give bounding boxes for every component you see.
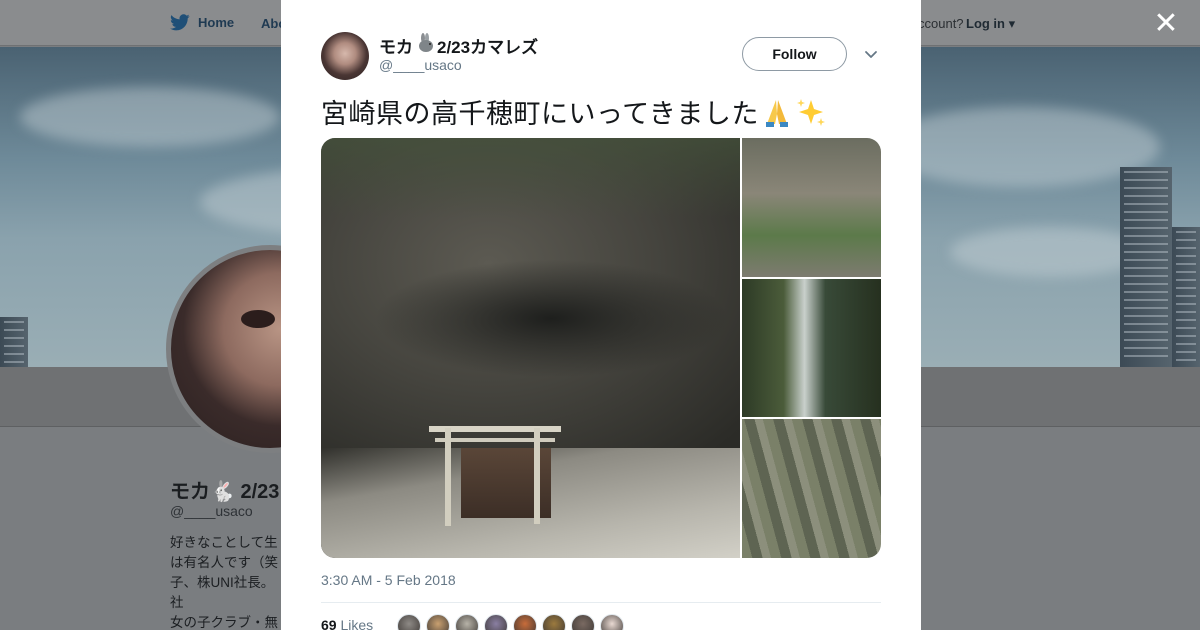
- liker-avatar[interactable]: [513, 614, 537, 630]
- likes-count[interactable]: 69 Likes: [321, 617, 373, 630]
- tweet-timestamp[interactable]: 3:30 AM - 5 Feb 2018: [321, 572, 456, 588]
- folded-hands-icon: [761, 96, 793, 128]
- profile-bio: 好きなことして生 は有名人です（笑 子、株UNI社長。社 女の子クラブ・無 す✨…: [170, 535, 278, 630]
- tweet-photo-statues[interactable]: [742, 138, 881, 277]
- chevron-down-icon[interactable]: [863, 46, 879, 62]
- liker-avatar[interactable]: [397, 614, 421, 630]
- rabbit-icon: [415, 33, 435, 58]
- author-name-part: モカ: [379, 38, 413, 57]
- have-account-text: ccount?: [918, 16, 964, 31]
- tweet-text: 宮崎県の高千穂町にいってきました: [321, 92, 827, 131]
- nav-home-label: Home: [198, 15, 235, 30]
- profile-handle: @____usaco: [170, 503, 253, 519]
- sparkles-icon: [795, 96, 827, 128]
- profile-name: モカ🐇 2/23: [170, 481, 280, 503]
- follow-button[interactable]: Follow: [742, 37, 847, 71]
- avatar[interactable]: [321, 32, 369, 80]
- tweet-photo-rock-columns[interactable]: [742, 419, 881, 558]
- liker-avatar[interactable]: [455, 614, 479, 630]
- nav-home-link[interactable]: Home: [170, 14, 234, 31]
- tweet-media-grid: [321, 138, 881, 558]
- liker-avatar[interactable]: [426, 614, 450, 630]
- close-icon[interactable]: ✕: [1152, 9, 1180, 39]
- liker-avatar[interactable]: [571, 614, 595, 630]
- tweet-author-handle[interactable]: @____usaco: [379, 57, 462, 73]
- liker-avatar[interactable]: [542, 614, 566, 630]
- tweet-card: モカ 2/23カマレズ @____usaco Follow 宮崎県の高千穂町にい…: [281, 0, 921, 630]
- author-name-suffix: 2/23カマレズ: [437, 38, 539, 57]
- login-link[interactable]: Log in ▾: [966, 16, 1015, 32]
- tweet-text-body: 宮崎県の高千穂町にいってきました: [321, 99, 759, 130]
- liker-avatar[interactable]: [600, 614, 624, 630]
- likes-label: Likes: [340, 617, 374, 630]
- bird-icon: [170, 14, 190, 31]
- divider: [321, 602, 881, 603]
- liker-avatar[interactable]: [484, 614, 508, 630]
- tweet-photo-waterfall[interactable]: [742, 279, 881, 417]
- tweet-author-name[interactable]: モカ 2/23カマレズ: [379, 33, 538, 58]
- likes-number: 69: [321, 617, 337, 630]
- tweet-photo-cave-shrine[interactable]: [321, 138, 740, 558]
- liker-avatars: [397, 614, 624, 630]
